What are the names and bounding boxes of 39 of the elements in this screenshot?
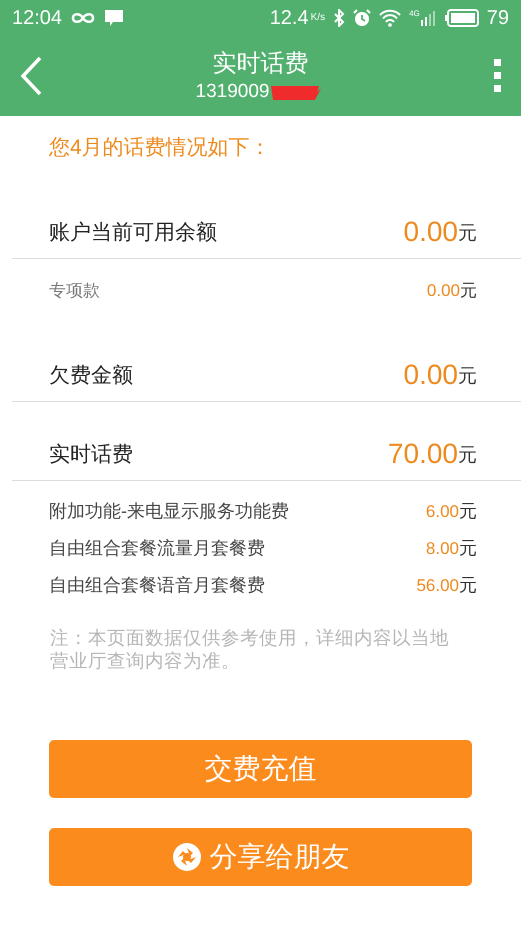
- fee-label: 账户当前可用余额: [49, 220, 218, 246]
- wifi-icon: [379, 8, 402, 26]
- battery-icon: [444, 8, 479, 26]
- disclaimer-note: 注：本页面数据仅供参考使用，详细内容以当地营业厅查询内容为准。: [49, 626, 450, 672]
- battery-level: 79: [486, 6, 509, 30]
- network-speed: 12.4: [270, 6, 309, 30]
- fee-amount: 70.00: [388, 438, 458, 470]
- fee-amount: 6.00: [426, 500, 459, 523]
- speed-unit: K/s: [310, 11, 326, 25]
- currency-unit: 元: [458, 222, 477, 246]
- fee-amount: 0.00: [426, 280, 460, 302]
- page-title: 实时话费: [212, 48, 308, 78]
- infinity-icon: [70, 10, 96, 24]
- network-type: 4G: [409, 10, 420, 18]
- currency-unit: 元: [458, 444, 477, 468]
- currency-unit: 元: [459, 537, 477, 560]
- fee-label: 自由组合套餐流量月套餐费: [49, 537, 266, 560]
- phone-number: 1319009: [196, 80, 270, 104]
- fee-label: 欠费金额: [49, 363, 134, 389]
- fee-label: 实时话费: [49, 442, 134, 468]
- summary-heading: 您4月的话费情况如下：: [49, 135, 271, 162]
- recharge-button[interactable]: 交费充值: [49, 740, 472, 798]
- bluetooth-icon: [333, 8, 346, 26]
- fee-amount: 56.00: [416, 574, 459, 597]
- fee-label: 专项款: [49, 280, 101, 302]
- currency-unit: 元: [459, 574, 477, 597]
- alarm-icon: [353, 8, 372, 26]
- fee-amount: 0.00: [404, 359, 458, 391]
- currency-unit: 元: [458, 364, 477, 388]
- currency-unit: 元: [460, 280, 477, 302]
- fee-label: 附加功能-来电显示服务功能费: [49, 500, 290, 523]
- status-time: 12:04: [12, 6, 62, 30]
- message-icon: [104, 8, 124, 26]
- fee-amount: 0.00: [404, 216, 458, 248]
- fee-amount: 8.00: [426, 538, 459, 560]
- signal-icon: [420, 10, 437, 26]
- fee-label: 自由组合套餐语音月套餐费: [49, 574, 266, 597]
- currency-unit: 元: [459, 500, 477, 523]
- share-button[interactable]: 分享给朋友: [49, 828, 472, 886]
